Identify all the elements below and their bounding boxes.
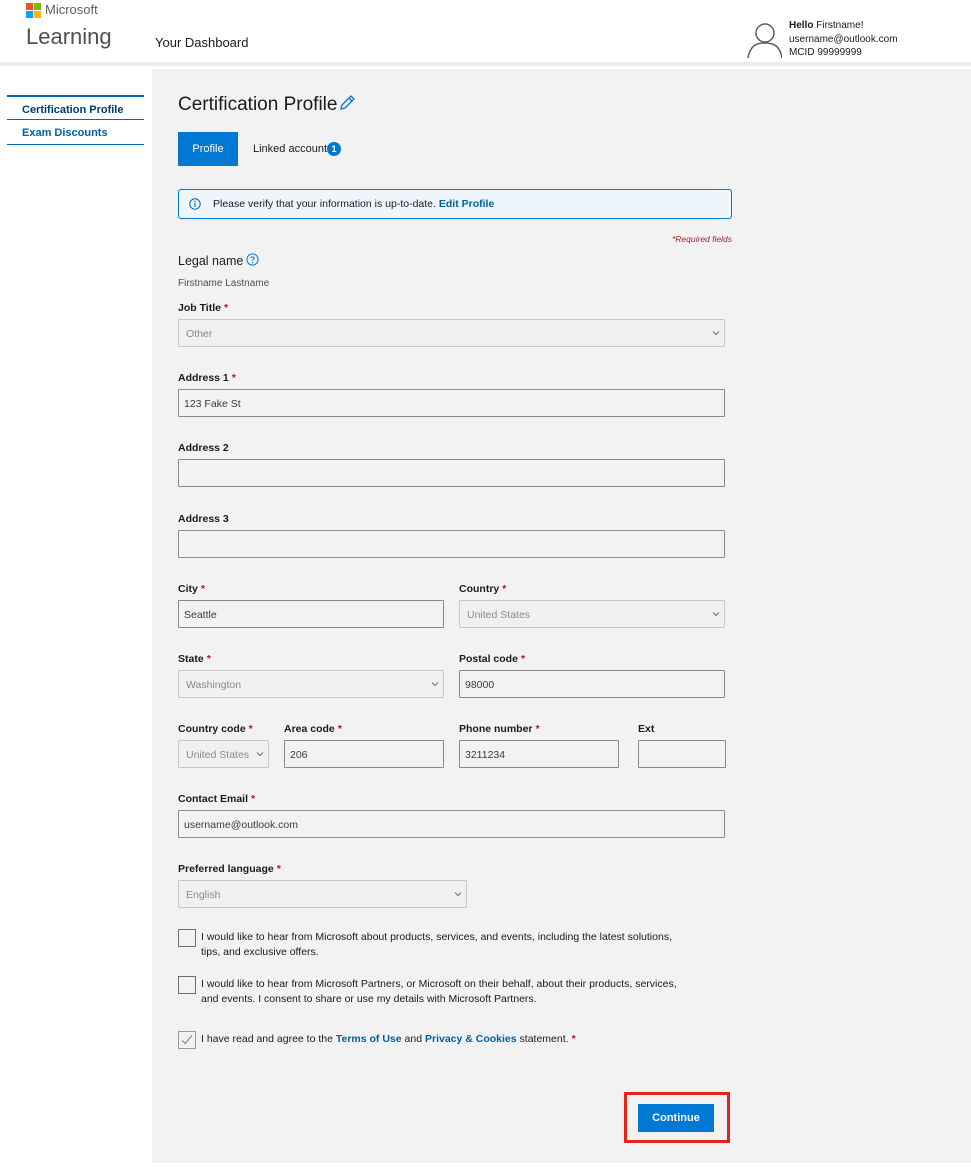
top-header: Microsoft Learning Your Dashboard Hello …	[0, 0, 971, 62]
sidebar-item-exam-discounts[interactable]: Exam Discounts	[7, 120, 144, 145]
ext-label: Ext	[638, 723, 655, 735]
state-label: State *	[178, 653, 211, 665]
state-value: Washington	[186, 679, 242, 691]
tab-profile[interactable]: Profile	[178, 132, 238, 166]
job-title-select[interactable]: Other	[178, 319, 725, 347]
country-value: United States	[467, 609, 531, 621]
contact-email-label: Contact Email *	[178, 793, 256, 805]
postal-code-input[interactable]: 98000	[459, 670, 725, 698]
terms-text: I have read and agree to the Terms of Us…	[201, 1033, 576, 1045]
chevron-down-icon	[256, 752, 264, 757]
ext-input[interactable]	[638, 740, 726, 768]
phone-number-input[interactable]: 3211234	[459, 740, 619, 768]
consent-partners-text: I would like to hear from Microsoft Part…	[201, 978, 677, 1005]
user-mcid: MCID 99999999	[789, 47, 862, 58]
header-divider	[0, 62, 971, 66]
user-greeting: Hello	[789, 20, 814, 31]
chevron-down-icon	[712, 612, 720, 617]
checkmark-icon	[181, 1035, 193, 1045]
user-avatar-icon[interactable]	[746, 20, 782, 58]
help-circle-icon[interactable]	[246, 253, 259, 266]
area-code-input[interactable]: 206	[284, 740, 444, 768]
info-message: Please verify that your information is u…	[213, 198, 436, 210]
chevron-down-icon	[431, 682, 439, 687]
user-email: username@outlook.com	[789, 33, 898, 45]
info-banner-text: Please verify that your information is u…	[213, 198, 494, 210]
job-title-label: Job Title *	[178, 302, 229, 314]
info-icon	[189, 198, 201, 210]
contact-email-input[interactable]: username@outlook.com	[178, 810, 725, 838]
continue-button[interactable]: Continue	[638, 1104, 714, 1132]
address1-label: Address 1 *	[178, 372, 236, 384]
microsoft-logo-icon[interactable]	[26, 3, 41, 18]
country-code-value: United States	[186, 749, 250, 761]
consent-partners-checkbox[interactable]	[178, 976, 196, 994]
preferred-language-select[interactable]: English	[178, 880, 467, 908]
terms-of-use-link[interactable]: Terms of Use	[336, 1033, 402, 1045]
privacy-cookies-link[interactable]: Privacy & Cookies	[425, 1033, 517, 1045]
address2-input[interactable]	[178, 459, 725, 487]
page-title: Certification Profile	[178, 94, 338, 115]
legal-name-value: Firstname Lastname	[178, 278, 270, 289]
address1-input[interactable]: 123 Fake St	[178, 389, 725, 417]
sidebar-item-certification-profile[interactable]: Certification Profile	[7, 95, 144, 120]
area-code-label: Area code *	[284, 723, 342, 735]
city-label: City *	[178, 583, 205, 595]
brand-name[interactable]: Microsoft	[45, 2, 98, 17]
nav-your-dashboard[interactable]: Your Dashboard	[155, 35, 248, 50]
preferred-language-value: English	[186, 889, 221, 901]
preferred-language-label: Preferred language *	[178, 863, 281, 875]
phone-number-label: Phone number *	[459, 723, 540, 735]
edit-profile-link[interactable]: Edit Profile	[439, 198, 494, 210]
pencil-icon[interactable]	[338, 94, 356, 112]
chevron-down-icon	[454, 892, 462, 897]
tab-linked-account[interactable]: Linked account	[253, 143, 327, 155]
user-name: Firstname!	[816, 20, 864, 31]
country-code-label: Country code *	[178, 723, 253, 735]
state-select[interactable]: Washington	[178, 670, 444, 698]
linked-account-badge: 1	[327, 142, 341, 156]
job-title-value: Other	[186, 328, 213, 340]
user-info: Hello Firstname! username@outlook.com MC…	[789, 19, 898, 60]
country-code-select[interactable]: United States	[178, 740, 269, 768]
address3-label: Address 3	[178, 513, 229, 525]
consent-microsoft-text: I would like to hear from Microsoft abou…	[201, 931, 672, 958]
product-name[interactable]: Learning	[26, 24, 112, 50]
address2-label: Address 2	[178, 442, 229, 454]
consent-microsoft-checkbox[interactable]	[178, 929, 196, 947]
postal-code-label: Postal code *	[459, 653, 526, 665]
country-label: Country *	[459, 583, 507, 595]
legal-name-label: Legal name	[178, 254, 244, 268]
country-select[interactable]: United States	[459, 600, 725, 628]
city-input[interactable]: Seattle	[178, 600, 444, 628]
address3-input[interactable]	[178, 530, 725, 558]
required-fields-note: *Required fields	[671, 234, 732, 244]
terms-checkbox[interactable]	[178, 1031, 196, 1049]
chevron-down-icon	[712, 331, 720, 336]
